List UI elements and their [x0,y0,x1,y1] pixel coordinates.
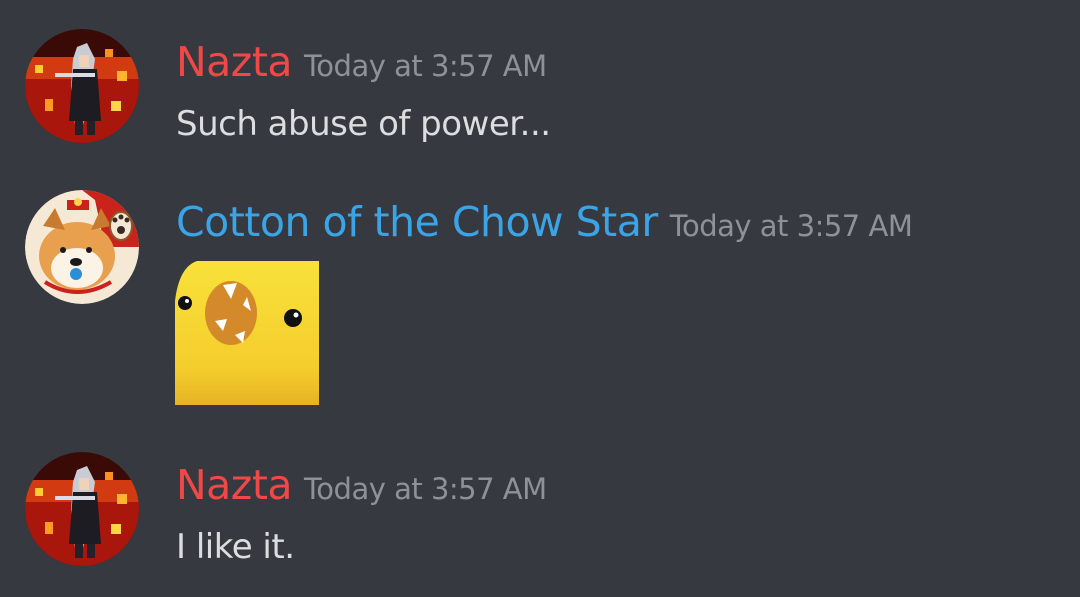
timestamp: Today at 3:57 AM [304,472,547,506]
author-name[interactable]: Nazta [176,461,293,509]
message-text: Such abuse of power... [176,104,551,144]
timestamp: Today at 3:57 AM [669,209,913,243]
author-name[interactable]: Nazta [176,38,293,86]
message-header: Nazta Today at 3:57 AM [176,38,547,86]
message-header: Cotton of the Chow Star Today at 3:57 AM [176,198,913,246]
chick-emoji-icon [175,261,319,405]
avatar-image [25,190,139,304]
chat-message-list: Nazta Today at 3:57 AM Such abuse of powe… [0,0,1080,597]
avatar[interactable] [25,29,139,143]
message-header: Nazta Today at 3:57 AM [176,461,547,509]
avatar[interactable] [25,452,139,566]
avatar-image [25,452,139,566]
avatar[interactable] [25,190,139,304]
timestamp: Today at 3:57 AM [304,49,547,83]
message-text: I like it. [176,527,295,567]
image-attachment[interactable] [175,261,319,405]
avatar-image [25,29,139,143]
author-name[interactable]: Cotton of the Chow Star [176,198,658,246]
